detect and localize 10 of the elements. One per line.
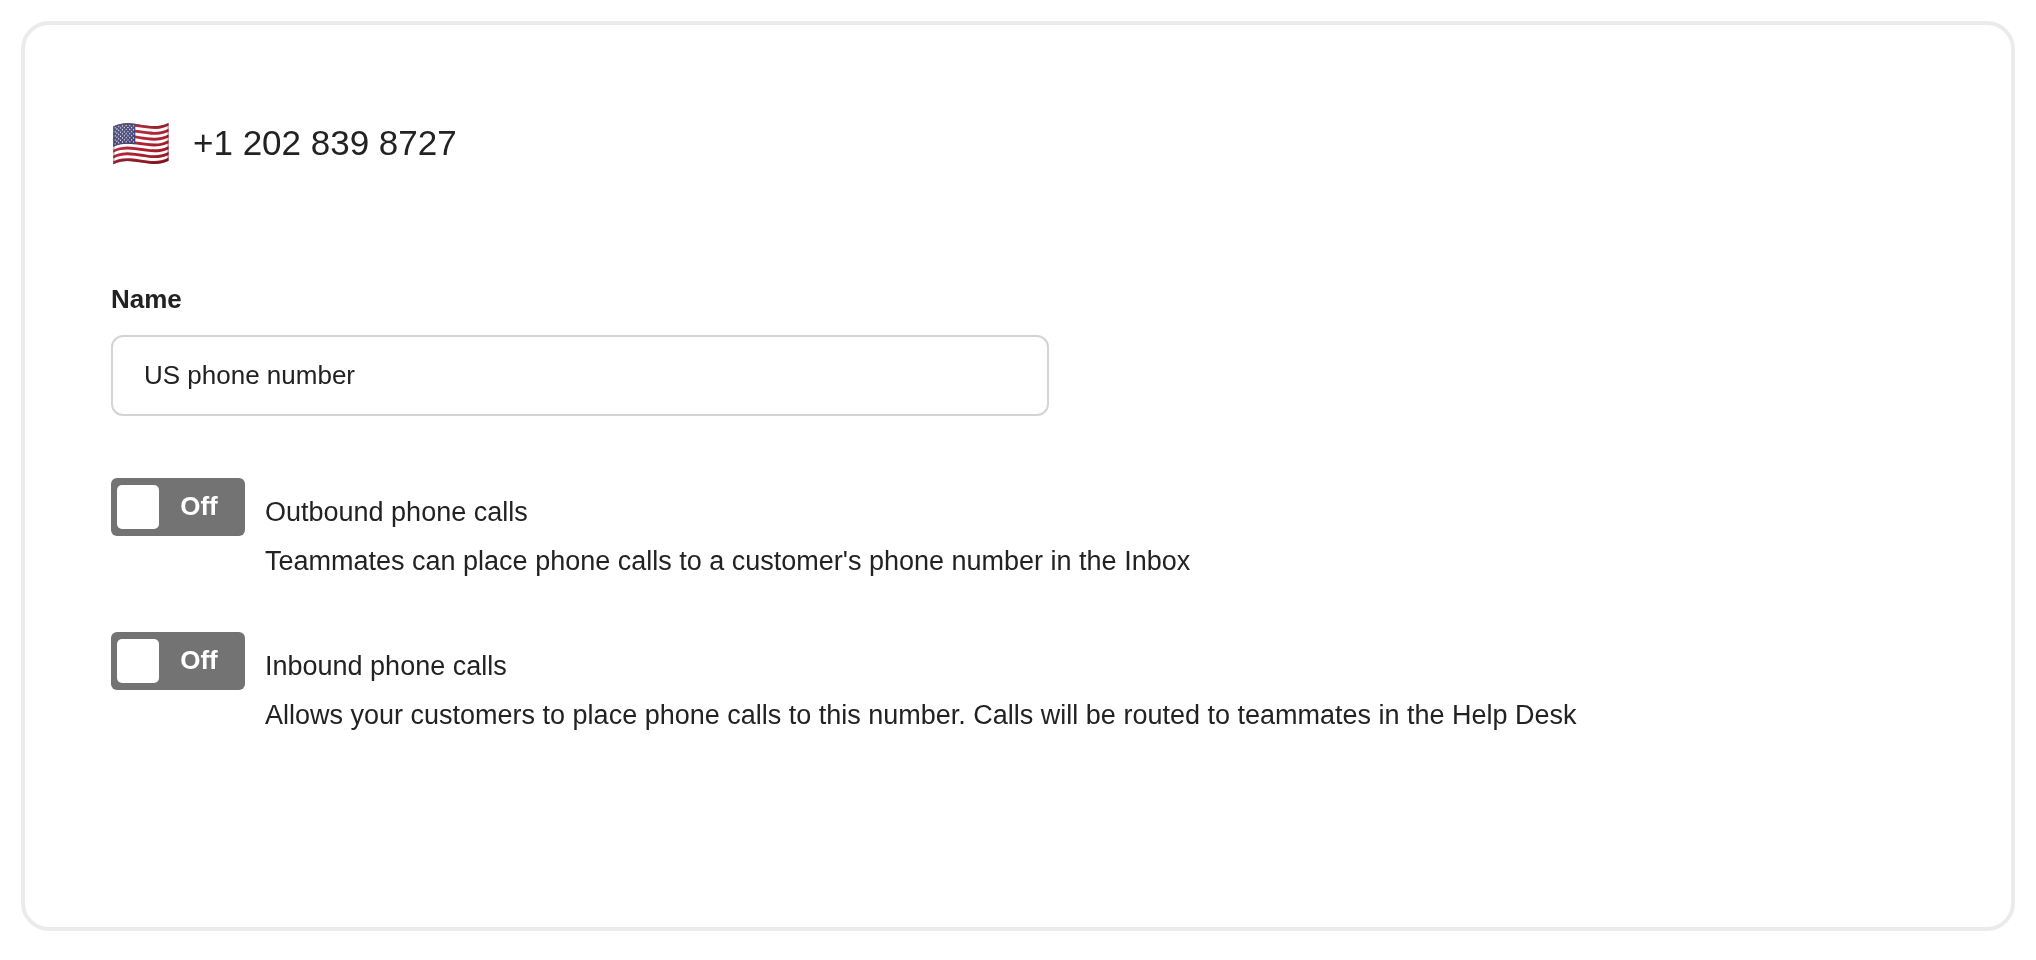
toggle-switch[interactable]: Off	[111, 477, 245, 536]
setting-title: Inbound phone calls	[265, 649, 508, 683]
name-input-field[interactable]: US phone number	[111, 334, 1049, 416]
phone-number: +1 202 839 8727	[193, 122, 457, 164]
setting-description: Teammates can place phone calls to a customer's phone number in the Inbox	[265, 544, 1191, 578]
flag-icon: 🇺🇸	[111, 119, 171, 168]
setting-title: Outbound phone calls	[265, 495, 529, 529]
toggle-switch[interactable]: Off	[111, 631, 245, 690]
setting-description: Allows your customers to place phone calls to this number. Calls will be routed to teammates in the Help Desk	[265, 698, 1577, 732]
field-label: Name	[111, 282, 183, 316]
